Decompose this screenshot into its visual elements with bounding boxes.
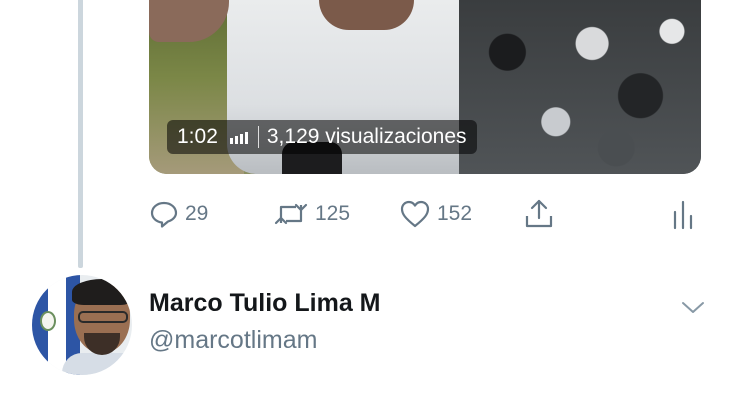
retweet-icon [273, 199, 309, 229]
chevron-down-icon[interactable] [680, 298, 706, 318]
heart-icon [399, 199, 431, 229]
share-button[interactable] [523, 196, 555, 232]
video-duration: 1:02 [177, 125, 218, 148]
tweet-actions: 29 125 152 [149, 196, 701, 232]
like-count: 152 [437, 202, 473, 225]
author-handle[interactable]: @marcotlimam [149, 326, 317, 355]
analytics-button[interactable] [671, 196, 695, 232]
thread-line [78, 0, 83, 268]
video-thumbnail[interactable]: 1:02 3,129 visualizaciones [149, 0, 701, 174]
video-view-count: 3,129 visualizaciones [266, 125, 467, 148]
reply-count: 29 [185, 202, 209, 225]
avatar[interactable] [32, 275, 132, 375]
overlay-divider [257, 126, 259, 148]
retweet-button[interactable]: 125 [273, 196, 350, 232]
retweet-count: 125 [315, 202, 351, 225]
emblem-icon [40, 311, 56, 331]
reply-button[interactable]: 29 [149, 196, 208, 232]
like-button[interactable]: 152 [399, 196, 472, 232]
analytics-icon [671, 198, 695, 230]
glasses [78, 311, 128, 323]
signal-bars-icon [229, 130, 248, 144]
video-info-overlay: 1:02 3,129 visualizaciones [167, 120, 477, 154]
share-icon [523, 198, 555, 230]
author-display-name[interactable]: Marco Tulio Lima M [149, 289, 381, 318]
reply-icon [149, 199, 179, 229]
